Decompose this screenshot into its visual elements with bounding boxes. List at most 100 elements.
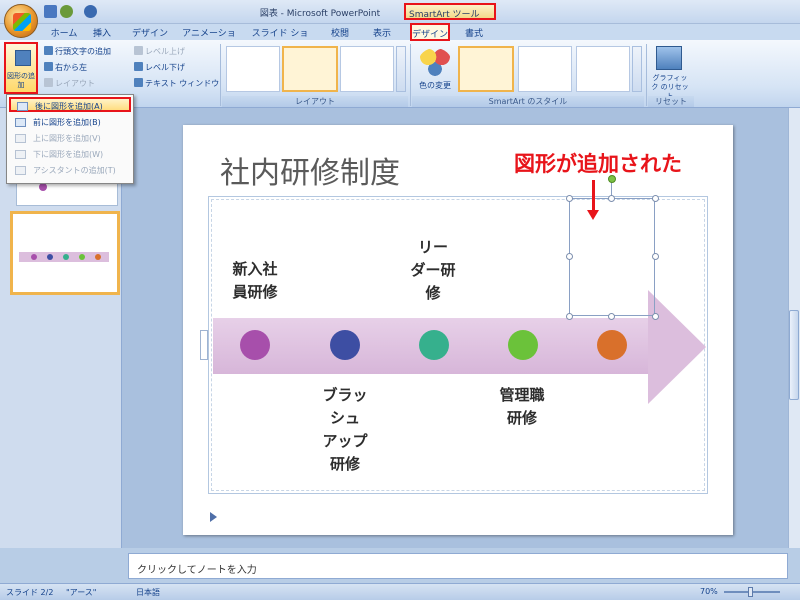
tab-home[interactable]: ホーム bbox=[44, 24, 84, 40]
demote-icon bbox=[134, 62, 143, 71]
status-language: 日本語 bbox=[136, 588, 160, 597]
node-label[interactable]: 新入社 員研修 bbox=[218, 258, 292, 304]
resize-handle[interactable] bbox=[652, 313, 659, 320]
text-pane-toggle[interactable] bbox=[200, 330, 208, 360]
add-bullet-label: 行頭文字の追加 bbox=[55, 47, 111, 56]
right-to-left-icon bbox=[44, 62, 53, 71]
color-change-icon[interactable] bbox=[418, 48, 452, 78]
promote-label: レベル上げ bbox=[145, 47, 185, 56]
title-bar bbox=[0, 0, 800, 24]
layout-label: レイアウト bbox=[55, 79, 95, 88]
timeline-node[interactable] bbox=[419, 330, 449, 360]
style-thumb-2[interactable] bbox=[518, 46, 572, 92]
resize-handle[interactable] bbox=[566, 253, 573, 260]
add-below-icon bbox=[15, 150, 26, 159]
status-theme: "アース" bbox=[66, 588, 97, 597]
layout-group-label: レイアウト bbox=[222, 96, 408, 107]
add-before-icon bbox=[15, 118, 26, 127]
right-to-left-button[interactable]: 右から左 bbox=[44, 62, 87, 74]
tab-review[interactable]: 校閲 bbox=[322, 24, 358, 40]
resize-handle[interactable] bbox=[566, 195, 573, 202]
style-thumb-1[interactable] bbox=[458, 46, 514, 92]
menu-item-add-after[interactable]: 後に図形を追加(A) bbox=[9, 97, 131, 112]
menu-item-label: 下に図形を追加(W) bbox=[33, 150, 104, 159]
style-thumb-3[interactable] bbox=[576, 46, 630, 92]
timeline-node[interactable] bbox=[508, 330, 538, 360]
resize-handle[interactable] bbox=[608, 195, 615, 202]
undo-icon[interactable] bbox=[60, 5, 73, 18]
menu-item-add-above[interactable]: 上に図形を追加(V) bbox=[9, 131, 131, 146]
tab-smartart-design[interactable]: デザイン bbox=[410, 23, 450, 41]
save-icon[interactable] bbox=[44, 5, 57, 18]
menu-item-label: 上に図形を追加(V) bbox=[33, 134, 101, 143]
tab-design[interactable]: デザイン bbox=[128, 24, 172, 40]
group-separator bbox=[646, 44, 647, 106]
annotation-callout: 図形が追加された bbox=[514, 152, 682, 176]
tab-slideshow[interactable]: スライド ショー bbox=[248, 24, 312, 52]
thumb-node bbox=[95, 254, 101, 260]
add-bullet-button[interactable]: 行頭文字の追加 bbox=[44, 46, 111, 58]
resize-handle[interactable] bbox=[608, 313, 615, 320]
office-logo-icon bbox=[13, 13, 31, 31]
add-shape-label: 図形の追加 bbox=[7, 72, 35, 89]
text-pane-label: テキスト ウィンドウ bbox=[145, 79, 220, 88]
text-pane-icon bbox=[134, 78, 143, 87]
thumb-node bbox=[47, 254, 53, 260]
node-label[interactable]: ブラッ シュ アップ 研修 bbox=[308, 384, 382, 476]
slide-thumbnail-2[interactable] bbox=[10, 211, 120, 295]
reset-group-label: リセット bbox=[648, 96, 694, 107]
layout-thumb-2[interactable] bbox=[282, 46, 338, 92]
slide-title[interactable]: 社内研修制度 bbox=[220, 148, 400, 192]
menu-item-add-below[interactable]: 下に図形を追加(W) bbox=[9, 147, 131, 162]
add-assistant-icon bbox=[15, 166, 26, 175]
timeline-node[interactable] bbox=[330, 330, 360, 360]
layout-button[interactable]: レイアウト bbox=[44, 78, 95, 90]
text-pane-button[interactable]: テキスト ウィンドウ bbox=[134, 78, 219, 90]
thumb-node bbox=[63, 254, 69, 260]
tab-animation[interactable]: アニメーション bbox=[178, 24, 240, 52]
new-shape-placeholder[interactable] bbox=[569, 198, 655, 316]
add-above-icon bbox=[15, 134, 26, 143]
demote-label: レベル下げ bbox=[145, 63, 185, 72]
menu-item-add-before[interactable]: 前に図形を追加(B) bbox=[9, 115, 131, 130]
redo-icon[interactable] bbox=[84, 5, 97, 18]
status-slide-info: スライド 2/2 bbox=[6, 588, 54, 597]
add-shape-icon bbox=[15, 50, 31, 66]
layout-gallery-scroll[interactable] bbox=[396, 46, 406, 92]
resize-handle[interactable] bbox=[566, 313, 573, 320]
demote-button[interactable]: レベル下げ bbox=[134, 62, 185, 74]
thumb-node bbox=[39, 183, 47, 191]
tab-row bbox=[0, 24, 800, 40]
add-shape-button[interactable]: 図形の追加 bbox=[4, 42, 38, 94]
tab-insert[interactable]: 挿入 bbox=[88, 24, 116, 40]
menu-item-label: アシスタントの追加(T) bbox=[33, 166, 116, 175]
timeline-node[interactable] bbox=[597, 330, 627, 360]
zoom-slider-thumb[interactable] bbox=[748, 587, 753, 597]
node-label[interactable]: 管理職 研修 bbox=[484, 384, 560, 430]
promote-icon bbox=[134, 46, 143, 55]
style-group-label: SmartArt のスタイル bbox=[412, 96, 644, 107]
promote-button[interactable]: レベル上げ bbox=[134, 46, 185, 58]
layout-thumb-1[interactable] bbox=[226, 46, 280, 92]
tab-view[interactable]: 表示 bbox=[364, 24, 400, 40]
add-shape-dropdown: 後に図形を追加(A) 前に図形を追加(B) 上に図形を追加(V) 下に図形を追加… bbox=[6, 94, 134, 184]
timeline-arrow-head[interactable] bbox=[648, 290, 706, 404]
thumb-node bbox=[79, 254, 85, 260]
reset-graphic-label[interactable]: グラフィック のリセット bbox=[650, 74, 690, 100]
notes-pane[interactable]: クリックしてノートを入力 bbox=[128, 553, 788, 579]
style-gallery-scroll[interactable] bbox=[632, 46, 642, 92]
scrollbar-thumb[interactable] bbox=[789, 310, 799, 400]
status-zoom[interactable]: 70% bbox=[700, 587, 718, 596]
menu-item-label: 後に図形を追加(A) bbox=[35, 102, 103, 111]
timeline-node[interactable] bbox=[240, 330, 270, 360]
tab-format[interactable]: 書式 bbox=[456, 24, 492, 40]
status-bar: スライド 2/2 "アース" 日本語 70% bbox=[0, 583, 800, 600]
reset-graphic-icon[interactable] bbox=[656, 46, 682, 70]
resize-handle[interactable] bbox=[652, 253, 659, 260]
office-button[interactable] bbox=[4, 4, 38, 38]
node-label[interactable]: リー ダー研 修 bbox=[396, 236, 470, 305]
layout-thumb-3[interactable] bbox=[340, 46, 394, 92]
menu-item-add-assistant[interactable]: アシスタントの追加(T) bbox=[9, 163, 131, 178]
color-change-label[interactable]: 色の変更 bbox=[414, 80, 456, 92]
resize-handle[interactable] bbox=[652, 195, 659, 202]
